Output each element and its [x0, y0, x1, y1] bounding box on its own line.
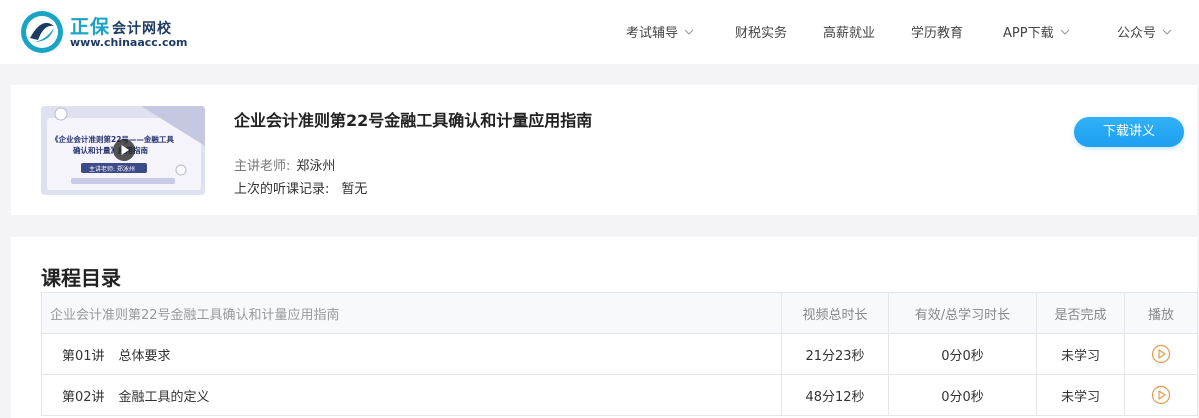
nav-label: 高薪就业 — [823, 26, 876, 41]
play-icon[interactable] — [1151, 385, 1171, 405]
play-circle-icon[interactable] — [112, 138, 136, 162]
lesson-table: 企业会计准则第22号金融工具确认和计量应用指南 视频总时长 有效/总学习时长 是… — [41, 292, 1198, 416]
play-icon[interactable] — [1151, 344, 1171, 364]
course-card: 《企业会计准则第22号——金融工具 确认和计量》应用指南 主讲老师: 郑泳州 企… — [11, 85, 1197, 215]
lesson-number: 第01讲 — [62, 348, 105, 364]
course-teacher: 主讲老师: 郑泳州 — [234, 155, 335, 174]
brand-name: 正保 — [70, 16, 111, 38]
lesson-study-time: 0分0秒 — [888, 333, 1037, 375]
lesson-title: 金融工具的定义 — [118, 389, 210, 405]
nav-label: 财税实务 — [735, 26, 788, 41]
lesson-status: 未学习 — [1036, 333, 1125, 375]
lesson-title: 总体要求 — [118, 348, 171, 364]
table-row[interactable]: 第01讲 总体要求 21分23秒 0分0秒 未学习 — [41, 333, 1198, 375]
chevron-down-icon — [684, 29, 694, 35]
column-header-completed: 是否完成 — [1036, 292, 1125, 334]
site-header: 正保 会计网校 www.chinaacc.com 考试辅导 财税实务 高薪就业 学… — [0, 0, 1199, 64]
nav-item-wechat[interactable]: 公众号 — [1117, 22, 1172, 41]
column-header-duration: 视频总时长 — [781, 292, 889, 334]
table-row[interactable]: 第02讲 金融工具的定义 48分12秒 0分0秒 未学习 — [41, 374, 1198, 416]
thumbnail-teacher-tag: 主讲老师: 郑泳州 — [89, 166, 135, 173]
nav-item-app-download[interactable]: APP下载 — [1003, 22, 1070, 41]
nav-item-education[interactable]: 学历教育 — [911, 22, 963, 41]
course-catalog: 课程目录 企业会计准则第22号金融工具确认和计量应用指南 视频总时长 有效/总学… — [11, 237, 1198, 418]
nav-item-exam-tutoring[interactable]: 考试辅导 — [626, 22, 694, 41]
brand-domain: www.chinaacc.com — [70, 36, 188, 49]
nav-item-jobs[interactable]: 高薪就业 — [823, 22, 875, 41]
last-record-label: 上次的听课记录: — [234, 182, 330, 197]
catalog-heading: 课程目录 — [41, 266, 121, 290]
course-thumbnail[interactable]: 《企业会计准则第22号——金融工具 确认和计量》应用指南 主讲老师: 郑泳州 — [41, 106, 205, 195]
lesson-play-cell — [1124, 374, 1198, 416]
lesson-name-cell: 第01讲 总体要求 — [41, 333, 782, 375]
chevron-down-icon — [1162, 29, 1172, 35]
lesson-name-cell: 第02讲 金融工具的定义 — [41, 374, 782, 416]
teacher-name: 郑泳州 — [296, 159, 336, 174]
teacher-label: 主讲老师: — [234, 159, 291, 174]
logo-mark-icon — [21, 11, 63, 53]
brand-subname: 会计网校 — [112, 21, 173, 37]
nav-item-tax-practice[interactable]: 财税实务 — [735, 22, 787, 41]
course-title: 企业会计准则第22号金融工具确认和计量应用指南 — [234, 111, 593, 130]
last-study-record: 上次的听课记录: 暂无 — [234, 178, 367, 197]
lesson-number: 第02讲 — [62, 389, 105, 405]
nav-label: APP下载 — [1003, 26, 1054, 41]
nav-label: 学历教育 — [911, 26, 964, 41]
column-header-study-time: 有效/总学习时长 — [888, 292, 1037, 334]
table-header-row: 企业会计准则第22号金融工具确认和计量应用指南 视频总时长 有效/总学习时长 是… — [41, 292, 1198, 334]
chevron-down-icon — [1060, 29, 1069, 35]
lesson-duration: 48分12秒 — [781, 374, 889, 416]
lesson-study-time: 0分0秒 — [888, 374, 1037, 416]
lesson-status: 未学习 — [1036, 374, 1125, 416]
lesson-play-cell — [1124, 333, 1198, 375]
site-logo[interactable]: 正保 会计网校 www.chinaacc.com — [20, 10, 200, 54]
logo-text: 正保 会计网校 — [70, 12, 172, 39]
last-record-value: 暂无 — [341, 182, 368, 197]
nav-label: 考试辅导 — [626, 26, 679, 41]
nav-label: 公众号 — [1117, 26, 1157, 41]
column-header-play: 播放 — [1124, 292, 1198, 334]
download-handout-button[interactable]: 下载讲义 — [1074, 117, 1184, 147]
column-header-name: 企业会计准则第22号金融工具确认和计量应用指南 — [41, 292, 782, 334]
lesson-duration: 21分23秒 — [781, 333, 889, 375]
